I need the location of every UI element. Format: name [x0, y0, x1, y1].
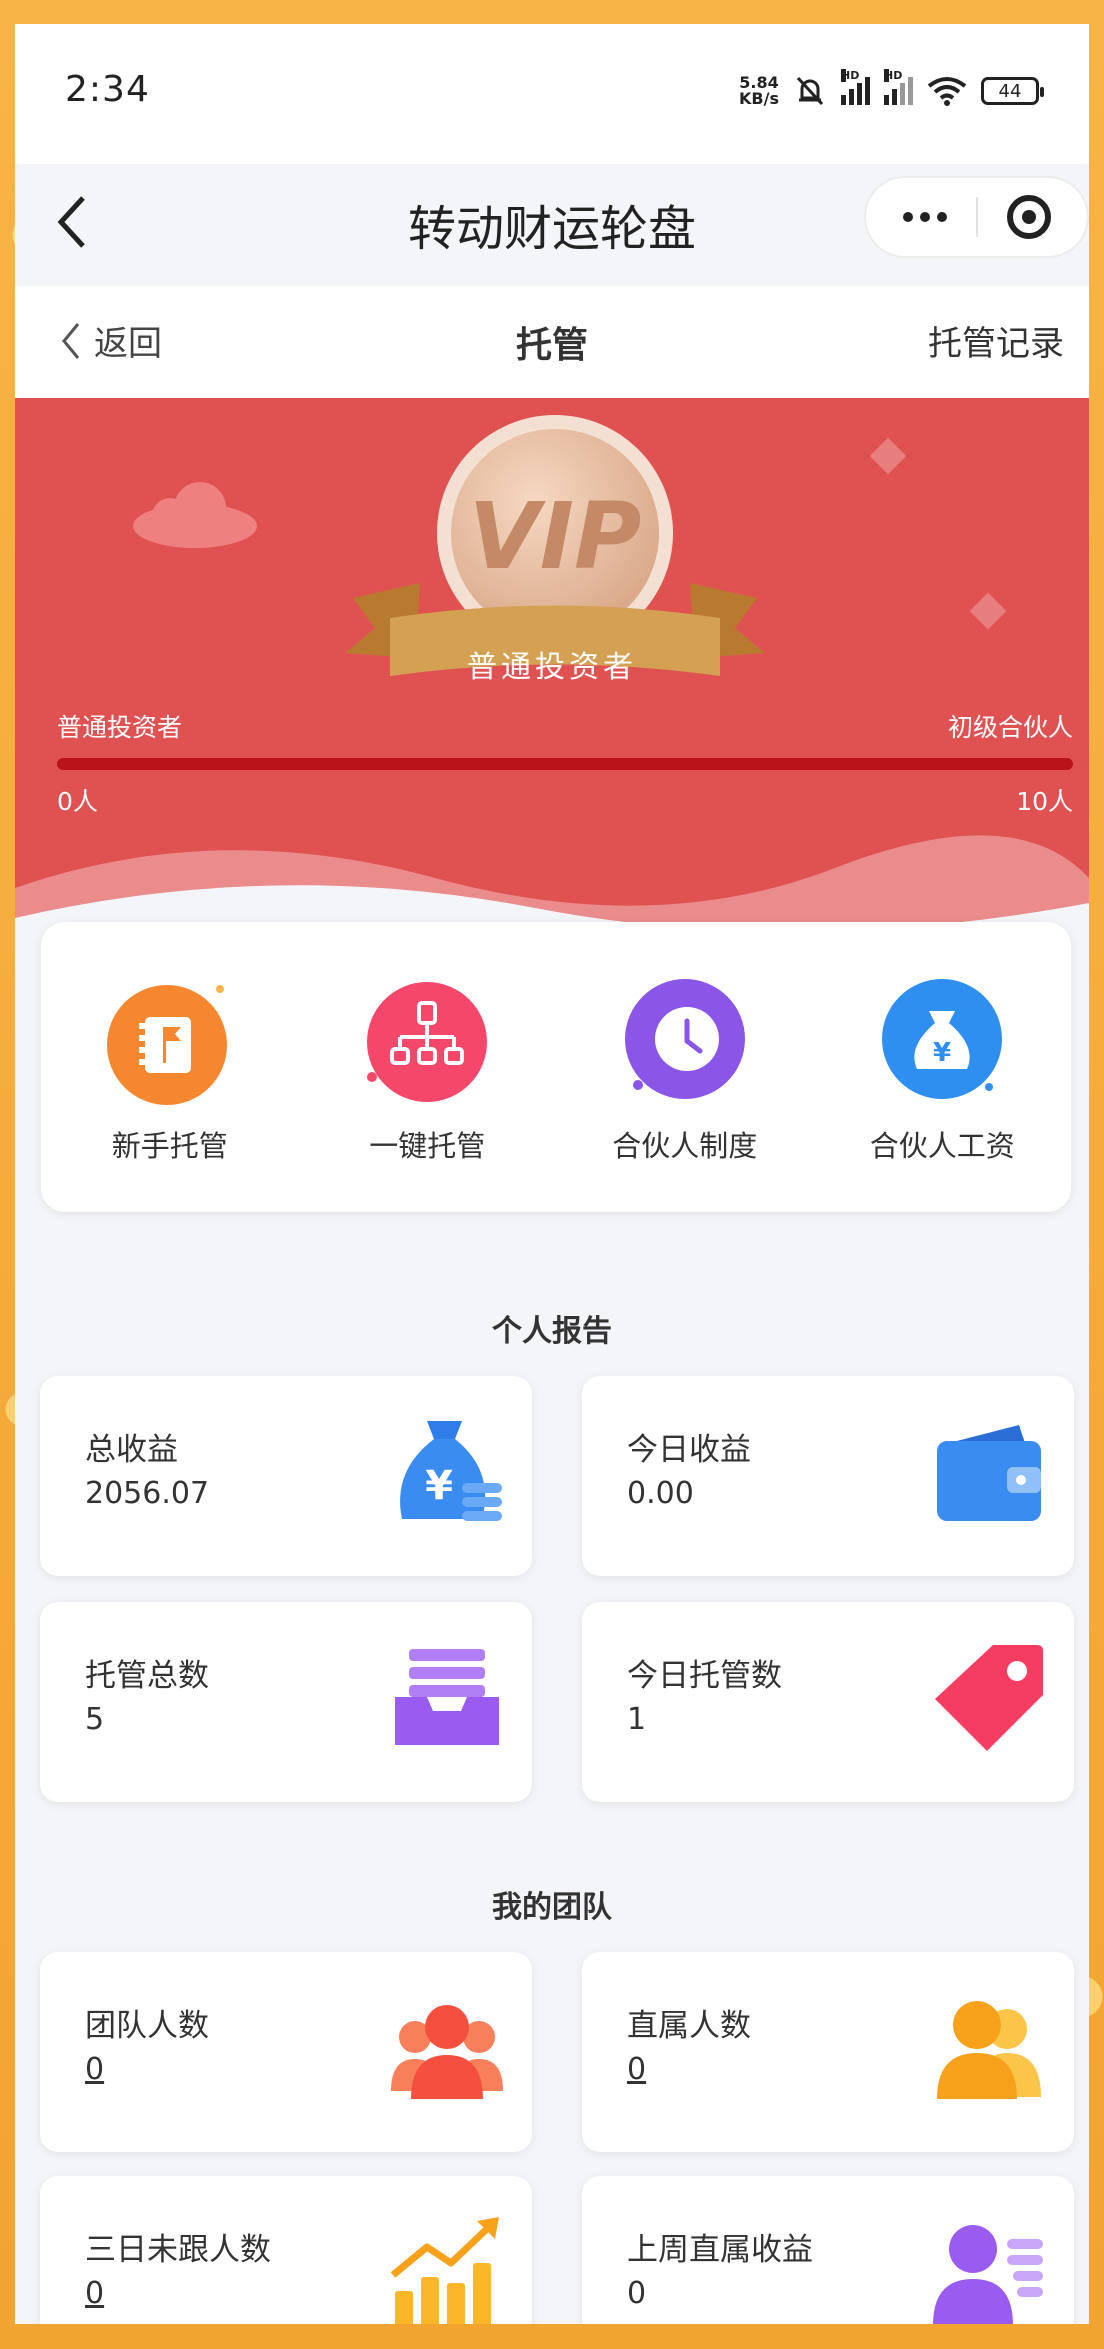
sparkle-decoration — [869, 437, 907, 475]
menu-label: 一键托管 — [369, 1129, 486, 1163]
stat-card-today-income[interactable]: 今日收益 0.00 — [582, 1376, 1074, 1576]
stat-label: 今日收益 — [627, 1432, 751, 1468]
inbox-tray-icon — [395, 1649, 499, 1745]
stat-label: 直属人数 — [627, 2008, 751, 2044]
stat-value: 0 — [627, 2276, 647, 2311]
svg-text:¥: ¥ — [425, 1463, 453, 1509]
svg-text:VIP: VIP — [469, 483, 642, 590]
level-start-label: 普通投资者 — [57, 713, 183, 742]
stat-card-today-custody[interactable]: 今日托管数 1 — [582, 1602, 1074, 1802]
status-time: 2:34 — [65, 69, 150, 110]
stat-card-last-week-direct-income[interactable]: 上周直属收益 0 — [582, 2176, 1074, 2324]
user-list-icon — [933, 2225, 1043, 2324]
battery-icon: 44 — [981, 77, 1044, 105]
capsule-divider — [975, 197, 978, 237]
menu-item-one-click-custody[interactable]: 一键托管 — [307, 977, 547, 1165]
stat-label: 上周直属收益 — [627, 2232, 813, 2268]
more-options-icon[interactable] — [902, 212, 947, 222]
vip-banner: VIP 普通投资者 普通投资者 初级合伙人 0人 10人 — [15, 398, 1089, 958]
stat-card-direct-members[interactable]: 直属人数 0 — [582, 1952, 1074, 2152]
signal-sim1-icon: HD — [841, 69, 870, 105]
menu-label: 新手托管 — [111, 1129, 228, 1163]
level-next-label: 初级合伙人 — [947, 713, 1073, 742]
stat-label: 托管总数 — [85, 1658, 209, 1694]
status-icons: 5.84 KB/s HD HD 44 — [739, 69, 1044, 108]
phone-screen: 2:34 5.84 KB/s HD HD 44 转动财运轮盘 返回 托管 托管记… — [15, 24, 1089, 2324]
stat-card-team-size[interactable]: 团队人数 0 — [40, 1952, 532, 2152]
trend-chart-icon — [390, 2217, 499, 2324]
stat-value: 0.00 — [627, 1476, 694, 1511]
stat-label: 三日未跟人数 — [85, 2232, 271, 2268]
menu-item-beginner-custody[interactable]: 新手托管 — [50, 977, 290, 1165]
wallet-icon — [937, 1425, 1041, 1521]
custody-record-link[interactable]: 托管记录 — [928, 316, 1064, 365]
stat-card-total-income[interactable]: 总收益 2056.07 ¥ — [40, 1376, 532, 1576]
current-level-label: 普通投资者 — [467, 650, 637, 685]
quick-menu-card: 新手托管 一键托管 合伙人制度 ¥ 合伙人工资 — [41, 922, 1071, 1212]
signal-sim2-icon: HD — [884, 69, 913, 105]
stat-card-inactive-3days[interactable]: 三日未跟人数 0 — [40, 2176, 532, 2324]
price-tag-icon — [935, 1645, 1043, 1751]
section-title-personal-report: 个人报告 — [492, 1314, 612, 1349]
users-icon — [937, 2001, 1041, 2099]
page-header: 返回 托管 托管记录 — [15, 286, 1089, 398]
miniprogram-capsule — [864, 176, 1089, 258]
wifi-icon — [927, 77, 967, 106]
svg-text:¥: ¥ — [933, 1038, 951, 1068]
stat-value-link[interactable]: 0 — [85, 2276, 104, 2311]
network-speed: 5.84 KB/s — [739, 73, 779, 108]
bell-muted-icon — [796, 76, 824, 106]
stat-label: 今日托管数 — [627, 1658, 782, 1694]
level-progress-bar — [57, 758, 1073, 770]
menu-label: 合伙人工资 — [869, 1129, 1015, 1163]
menu-item-partner-salary[interactable]: ¥ 合伙人工资 — [822, 977, 1062, 1165]
clock-icon — [624, 979, 745, 1099]
stat-value-link[interactable]: 0 — [627, 2052, 646, 2087]
sparkle-decoration — [969, 592, 1007, 630]
stat-label: 总收益 — [85, 1432, 178, 1468]
stat-value: 5 — [85, 1702, 105, 1737]
cloud-icon — [133, 482, 257, 548]
close-miniprogram-icon[interactable] — [1006, 195, 1051, 239]
stat-label: 团队人数 — [85, 2008, 209, 2044]
guide-book-icon — [106, 985, 227, 1105]
status-bar: 2:34 5.84 KB/s HD HD 44 — [15, 24, 1089, 164]
section-title-my-team: 我的团队 — [492, 1890, 612, 1925]
stat-value-link[interactable]: 0 — [85, 2052, 104, 2087]
stat-card-total-custody[interactable]: 托管总数 5 — [40, 1602, 532, 1802]
money-bag-coins-icon: ¥ — [400, 1421, 502, 1521]
menu-item-partner-system[interactable]: 合伙人制度 — [565, 977, 805, 1165]
org-chart-icon — [367, 982, 488, 1102]
menu-label: 合伙人制度 — [612, 1129, 758, 1163]
team-icon — [391, 2005, 503, 2099]
stat-value: 1 — [627, 1702, 647, 1737]
stat-value: 2056.07 — [85, 1476, 210, 1511]
money-bag-icon: ¥ — [882, 979, 1003, 1099]
